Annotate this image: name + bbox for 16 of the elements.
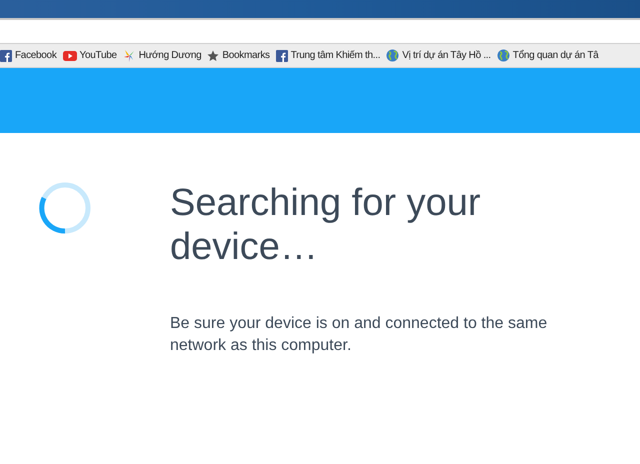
instruction-text: Be sure your device is on and connected to the same network as this computer. xyxy=(170,314,548,356)
facebook-icon xyxy=(0,50,12,62)
page-title: Searching for your device… xyxy=(170,181,482,269)
bookmark-link[interactable]: Bookmarks xyxy=(207,48,270,63)
bookmark-link[interactable]: Vị trí dự án Tây Hồ ... xyxy=(386,48,491,63)
bookmark-link[interactable]: Trung tâm Khiếm th... xyxy=(276,48,380,63)
globe-icon xyxy=(386,49,400,62)
star-icon xyxy=(207,50,220,62)
bookmark-link[interactable]: Facebook xyxy=(0,48,57,63)
bookmark-link[interactable]: Hướng Dương xyxy=(122,48,202,63)
loading-spinner-icon xyxy=(38,181,92,235)
bookmark-link[interactable]: Tổng quan dự án Tâ xyxy=(496,48,598,63)
globe-icon xyxy=(496,49,510,62)
facebook-icon xyxy=(276,50,288,62)
play-icon xyxy=(62,50,77,60)
bookmark-link[interactable]: YouTube xyxy=(62,48,117,63)
